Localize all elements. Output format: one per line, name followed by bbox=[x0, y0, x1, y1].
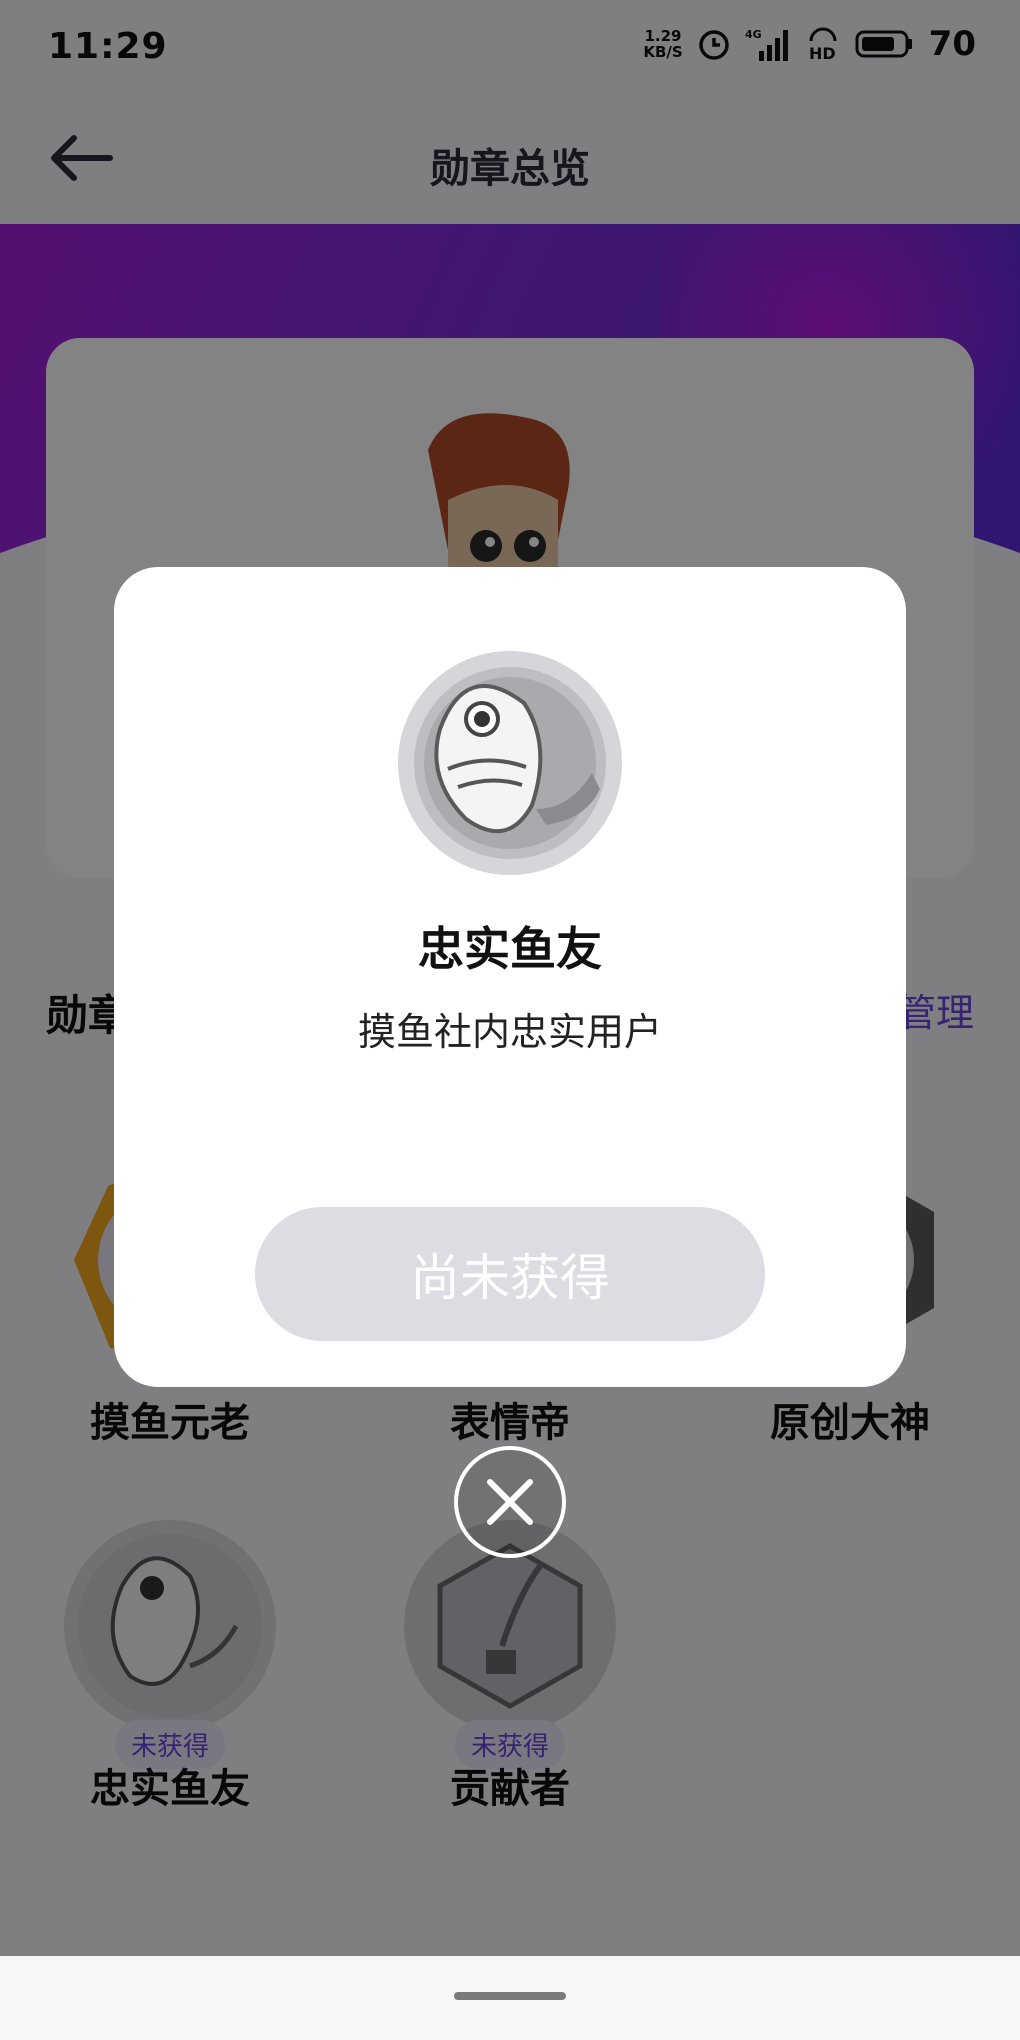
badge-overview-screen: 11:29 1.29 KB/S 4G HD 70 勋章总览 勋章 管理 摸鱼元老… bbox=[0, 0, 1020, 2040]
badge-detail-dialog: 忠实鱼友 摸鱼社内忠实用户 尚未获得 bbox=[114, 567, 906, 1387]
home-gesture-bar[interactable] bbox=[454, 1992, 566, 2000]
navigation-bar bbox=[0, 1956, 1020, 2040]
fish-medal-icon bbox=[398, 651, 622, 875]
dialog-badge-description: 摸鱼社内忠实用户 bbox=[357, 1010, 662, 1054]
close-icon bbox=[487, 1479, 533, 1525]
not-earned-button[interactable]: 尚未获得 bbox=[255, 1207, 765, 1341]
dialog-badge-name: 忠实鱼友 bbox=[418, 922, 602, 976]
close-dialog-button[interactable] bbox=[454, 1446, 566, 1558]
